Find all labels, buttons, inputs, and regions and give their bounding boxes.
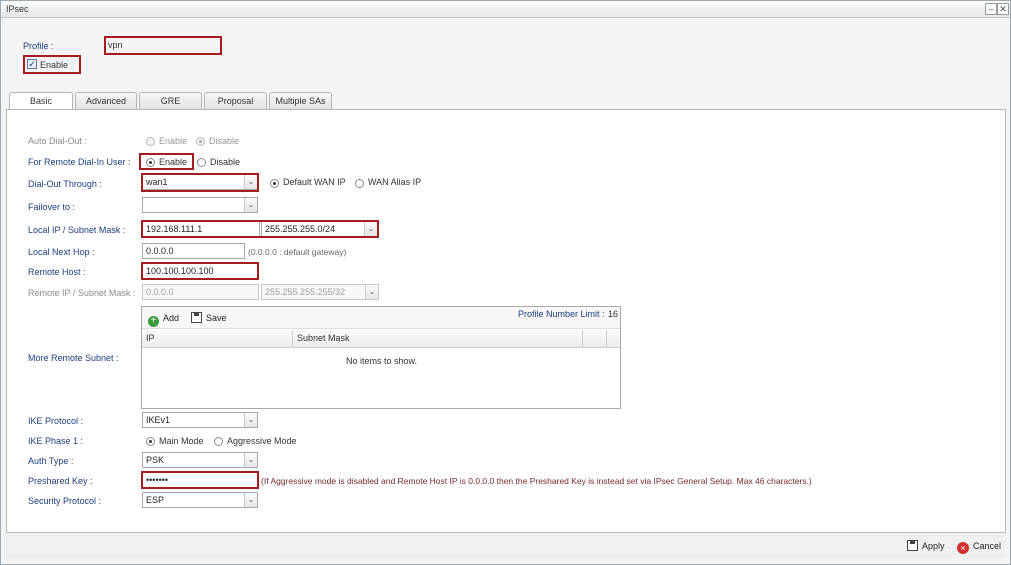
remote-host-label: Remote Host : [28,267,86,277]
auto-dial-out-enable-label: Enable [159,136,188,146]
wan-alias-ip-label: WAN Alias IP [368,177,422,187]
save-subnet-button[interactable]: Save [191,311,227,326]
save-icon [907,540,918,551]
auto-dial-out-disable-radio[interactable] [196,137,205,146]
profile-input[interactable]: vpn [108,40,123,50]
auth-type-select[interactable]: PSK ⌄ [142,452,258,468]
remote-dial-in-disable-radio[interactable] [197,158,206,167]
apply-label: Apply [922,541,945,551]
enable-label: Enable [40,60,69,70]
save-subnet-label: Save [206,313,227,323]
local-next-hop-label: Local Next Hop : [28,247,95,257]
dial-out-through-label: Dial-Out Through : [28,179,102,189]
profile-number-limit-label: Profile Number Limit : [518,309,605,319]
grid-toolbar: + Add Save Profile Number Limit : 16 [142,307,620,329]
preshared-key-note: (If Aggressive mode is disabled and Remo… [261,476,812,486]
local-next-hop-hint: (0.0.0.0 : default gateway) [248,247,347,257]
tab-multiple-sas[interactable]: Multiple SAs [269,92,332,110]
profile-number-limit-value: 16 [608,309,619,319]
ipsec-window: IPsec – ✕ Profile : vpn ✓ Enable Basic A… [0,0,1011,565]
tab-gre[interactable]: GRE [139,92,202,110]
aggressive-mode-label: Aggressive Mode [227,436,297,446]
remote-host-highlight [141,262,259,280]
tab-proposal[interactable]: Proposal [204,92,267,110]
ike-phase1-label: IKE Phase 1 : [28,436,84,446]
main-mode-label: Main Mode [159,436,204,446]
remote-mask-value: 255.255.255.255/32 [265,287,346,297]
security-protocol-value: ESP [146,495,165,505]
add-icon: + [148,316,159,327]
cancel-icon: × [957,542,969,554]
footer-bar: Apply × Cancel [6,534,1006,558]
security-protocol-select[interactable]: ESP ⌄ [142,492,258,508]
auth-type-value: PSK [146,455,165,465]
cancel-button[interactable]: × Cancel [957,539,1001,554]
chevron-down-icon: ⌄ [244,493,257,507]
remote-dial-in-enable-radio[interactable] [146,158,155,167]
column-subnet-mask[interactable]: Subnet Mask [293,330,583,348]
preshared-key-label: Preshared Key : [28,476,93,486]
enable-checkbox[interactable]: ✓ [27,59,37,69]
column-actions [583,330,607,348]
grid-header: IP Subnet Mask [142,330,620,348]
security-protocol-label: Security Protocol : [28,496,102,506]
remote-mask-select[interactable]: 255.255.255.255/32 ⌄ [261,284,379,300]
window-title: IPsec [6,4,29,14]
remote-dial-in-disable-label: Disable [210,157,241,167]
save-icon [191,312,202,323]
failover-label: Failover to : [28,202,76,212]
remote-subnet-grid: + Add Save Profile Number Limit : 16 IP S… [141,306,621,409]
preshared-key-highlight [141,471,259,489]
local-ip-label: Local IP / Subnet Mask : [28,225,126,235]
remote-ip-label: Remote IP / Subnet Mask : [28,288,136,298]
more-remote-subnet-label: More Remote Subnet : [28,353,119,363]
ike-protocol-label: IKE Protocol : [28,416,84,426]
apply-button[interactable]: Apply [907,539,945,554]
profile-label: Profile : [23,41,54,51]
chevron-down-icon: ⌄ [244,453,257,467]
add-subnet-button[interactable]: + Add [148,311,180,327]
remote-ip-input[interactable]: 0.0.0.0 [142,284,259,300]
title-bar: IPsec – ✕ [1,1,1010,18]
auth-type-label: Auth Type : [28,456,74,466]
minimize-icon[interactable]: – [985,3,997,15]
failover-select[interactable]: ⌄ [142,197,258,213]
close-icon[interactable]: ✕ [997,3,1009,15]
cancel-label: Cancel [973,541,1002,551]
auto-dial-out-disable-label: Disable [209,136,240,146]
chevron-down-icon: ⌄ [244,198,257,212]
ike-protocol-value: IKEv1 [146,415,171,425]
column-ip[interactable]: IP [142,330,293,348]
aggressive-mode-radio[interactable] [214,437,223,446]
auto-dial-out-enable-radio[interactable] [146,137,155,146]
ike-protocol-select[interactable]: IKEv1 ⌄ [142,412,258,428]
chevron-down-icon: ⌄ [365,285,378,299]
local-next-hop-input[interactable]: 0.0.0.0 [142,243,245,259]
tab-advanced[interactable]: Advanced [75,92,137,110]
chevron-down-icon: ⌄ [244,413,257,427]
default-wan-ip-label: Default WAN IP [283,177,346,187]
grid-empty-text: No items to show. [346,356,418,366]
auto-dial-out-label: Auto Dial-Out : [28,136,88,146]
remote-dial-in-label: For Remote Dial-In User : [28,157,131,167]
dial-out-through-highlight [141,173,259,192]
wan-alias-ip-radio[interactable] [355,179,364,188]
local-ip-highlight [141,220,379,238]
default-wan-ip-radio[interactable] [270,179,279,188]
add-subnet-label: Add [163,313,180,323]
main-mode-radio[interactable] [146,437,155,446]
remote-dial-in-enable-label: Enable [159,157,188,167]
